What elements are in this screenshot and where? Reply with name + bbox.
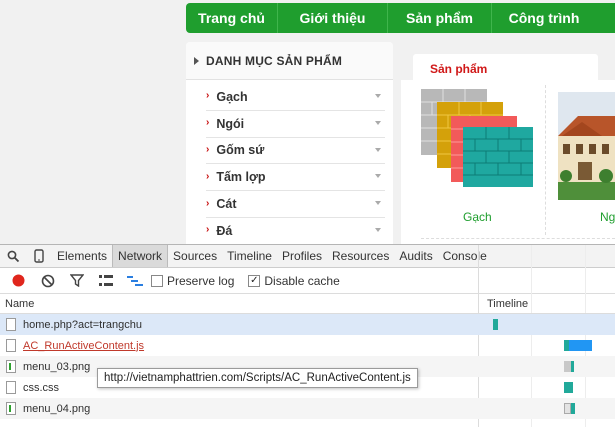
bullet-arrow-icon: › bbox=[206, 143, 210, 155]
category-item-label: Ngói bbox=[216, 116, 245, 131]
tab-network[interactable]: Network bbox=[112, 245, 169, 267]
devtools-tab-bar: Elements Network Sources Timeline Profil… bbox=[0, 245, 615, 268]
disable-cache-checkbox[interactable]: ✓ Disable cache bbox=[248, 273, 340, 288]
tab-san-pham[interactable]: Sản phẩm bbox=[413, 54, 598, 82]
product-divider bbox=[545, 85, 546, 235]
document-icon bbox=[6, 339, 16, 352]
category-item-label: Gạch bbox=[216, 89, 248, 104]
request-list: home.php?act=trangchu AC_RunActiveConten… bbox=[0, 314, 615, 419]
chevron-down-icon bbox=[375, 120, 381, 125]
page: Trang chủ Giới thiệu Sản phẩm Công trình… bbox=[0, 0, 615, 427]
timeline-bar bbox=[564, 361, 571, 372]
url-tooltip: http://vietnamphattrien.com/Scripts/AC_R… bbox=[97, 368, 418, 388]
preserve-log-label: Preserve log bbox=[167, 273, 235, 288]
filter-icon[interactable] bbox=[64, 271, 89, 291]
request-name: css.css bbox=[23, 381, 60, 394]
bullet-arrow-icon: › bbox=[206, 224, 210, 236]
timeline-bar bbox=[571, 361, 574, 372]
nav-item-trang-chu[interactable]: Trang chủ bbox=[186, 3, 278, 33]
table-row[interactable]: AC_RunActiveContent.js bbox=[0, 335, 615, 356]
category-title: DANH MỤC SẢN PHẨM bbox=[206, 53, 343, 68]
tab-console[interactable]: Console bbox=[438, 245, 492, 267]
image-file-icon bbox=[6, 402, 16, 415]
request-name[interactable]: AC_RunActiveContent.js bbox=[23, 340, 144, 352]
preserve-log-checkbox[interactable]: Preserve log bbox=[151, 274, 234, 288]
bullet-arrow-icon: › bbox=[206, 117, 210, 129]
product-tab-bar: Sản phẩm bbox=[401, 42, 615, 82]
column-header-timeline[interactable]: Timeline bbox=[487, 298, 528, 310]
tab-profiles[interactable]: Profiles bbox=[277, 245, 327, 267]
category-item-gom-su[interactable]: › Gốm sứ bbox=[206, 138, 385, 165]
tab-timeline[interactable]: Timeline bbox=[222, 245, 277, 267]
nav-item-san-pham[interactable]: Sản phẩm bbox=[388, 3, 492, 33]
clear-icon[interactable] bbox=[35, 271, 60, 291]
triangle-right-icon bbox=[194, 56, 199, 65]
tab-sources[interactable]: Sources bbox=[168, 245, 222, 267]
device-mode-icon[interactable] bbox=[26, 245, 52, 268]
timeline-bar bbox=[564, 403, 571, 414]
bullet-arrow-icon: › bbox=[206, 170, 210, 182]
tab-resources[interactable]: Resources bbox=[327, 245, 394, 267]
category-item-label: Đá bbox=[216, 223, 233, 238]
main-navigation: Trang chủ Giới thiệu Sản phẩm Công trình bbox=[186, 3, 615, 33]
bullet-arrow-icon: › bbox=[206, 90, 210, 102]
timeline-bar bbox=[569, 340, 592, 351]
chevron-down-icon bbox=[375, 94, 381, 98]
product-label-gach[interactable]: Gạch bbox=[463, 210, 492, 224]
product-panel: Sản phẩm Gạch Ng bbox=[401, 42, 615, 247]
checkbox-unchecked-icon bbox=[151, 274, 163, 287]
brick-product-image[interactable] bbox=[421, 89, 533, 189]
disable-cache-label: Disable cache bbox=[264, 273, 340, 288]
tab-audits[interactable]: Audits bbox=[394, 245, 437, 267]
request-name: menu_03.png bbox=[23, 360, 91, 373]
category-item-ngoi[interactable]: › Ngói bbox=[206, 111, 385, 138]
devtools-panel: Elements Network Sources Timeline Profil… bbox=[0, 244, 615, 427]
overview-icon[interactable] bbox=[122, 271, 147, 291]
category-item-gach[interactable]: › Gạch bbox=[206, 84, 385, 111]
category-panel: DANH MỤC SẢN PHẨM › Gạch › Ngói › Gốm sứ › T… bbox=[186, 42, 393, 247]
document-icon bbox=[6, 318, 16, 331]
record-icon[interactable] bbox=[6, 271, 31, 291]
category-item-label: Cát bbox=[216, 197, 237, 212]
brick-teal-tile bbox=[463, 127, 533, 187]
category-item-label: Gốm sứ bbox=[216, 143, 265, 158]
category-list: › Gạch › Ngói › Gốm sứ › Tấm lợp › Cát › Đá bbox=[186, 80, 393, 245]
website-viewport: Trang chủ Giới thiệu Sản phẩm Công trình… bbox=[0, 0, 615, 247]
request-name: home.php?act=trangchu bbox=[23, 318, 142, 331]
house-product-image[interactable] bbox=[558, 92, 615, 200]
table-row[interactable]: home.php?act=trangchu bbox=[0, 314, 615, 335]
chevron-down-icon bbox=[375, 174, 381, 179]
nav-item-cong-trinh[interactable]: Công trình bbox=[492, 3, 596, 33]
large-rows-icon[interactable] bbox=[93, 271, 118, 291]
request-table-header: Name Timeline bbox=[0, 294, 615, 314]
nav-item-gioi-thieu[interactable]: Giới thiệu bbox=[278, 3, 388, 33]
category-item-tam-lop[interactable]: › Tấm lợp bbox=[206, 164, 385, 192]
table-row[interactable]: menu_04.png bbox=[0, 398, 615, 419]
bullet-arrow-icon: › bbox=[206, 197, 210, 209]
category-item-cat[interactable]: › Cát bbox=[206, 191, 385, 218]
search-icon[interactable] bbox=[0, 245, 26, 268]
category-item-da[interactable]: › Đá bbox=[206, 218, 385, 245]
column-header-name[interactable]: Name bbox=[5, 298, 34, 310]
request-name: menu_04.png bbox=[23, 402, 91, 415]
document-icon bbox=[6, 381, 16, 394]
timeline-bar bbox=[564, 382, 573, 393]
category-item-label: Tấm lợp bbox=[216, 170, 266, 185]
timeline-bar bbox=[493, 319, 498, 330]
product-divider-bottom bbox=[421, 238, 615, 239]
timeline-bar bbox=[571, 403, 575, 414]
chevron-down-icon bbox=[375, 201, 381, 206]
product-label-ngoi[interactable]: Ng bbox=[600, 210, 615, 224]
tab-elements[interactable]: Elements bbox=[52, 245, 112, 267]
checkbox-checked-icon: ✓ bbox=[248, 274, 261, 287]
category-header: DANH MỤC SẢN PHẨM bbox=[186, 42, 393, 80]
chevron-down-icon bbox=[375, 147, 381, 152]
network-toolbar: Preserve log ✓ Disable cache bbox=[0, 268, 615, 294]
chevron-down-icon bbox=[375, 227, 381, 232]
image-file-icon bbox=[6, 360, 16, 373]
